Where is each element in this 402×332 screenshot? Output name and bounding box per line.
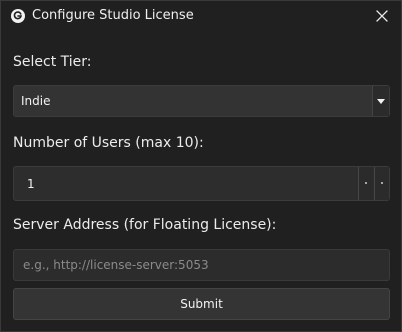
license-dialog: Configure Studio License Select Tier: In… — [0, 0, 402, 332]
server-address-input[interactable] — [13, 249, 390, 281]
increment-icon — [381, 182, 383, 184]
increment-button[interactable] — [374, 167, 389, 200]
tier-select-value: Indie — [21, 94, 51, 108]
users-value: 1 — [27, 177, 35, 191]
server-label: Server Address (for Floating License): — [13, 217, 277, 233]
close-button[interactable] — [373, 7, 391, 25]
g-logo-icon — [11, 9, 25, 23]
users-label: Number of Users (max 10): — [13, 135, 204, 151]
tier-label: Select Tier: — [13, 54, 92, 70]
decrement-icon — [365, 182, 367, 184]
submit-button[interactable]: Submit — [13, 288, 390, 320]
chevron-down-icon — [377, 98, 385, 104]
tier-select[interactable]: Indie — [13, 85, 390, 117]
dropdown-arrow-button[interactable] — [372, 86, 389, 116]
titlebar: Configure Studio License — [1, 1, 401, 32]
users-spinbox[interactable]: 1 — [13, 166, 390, 201]
decrement-button[interactable] — [358, 167, 373, 200]
window-title: Configure Studio License — [32, 8, 194, 23]
close-icon — [376, 10, 388, 22]
